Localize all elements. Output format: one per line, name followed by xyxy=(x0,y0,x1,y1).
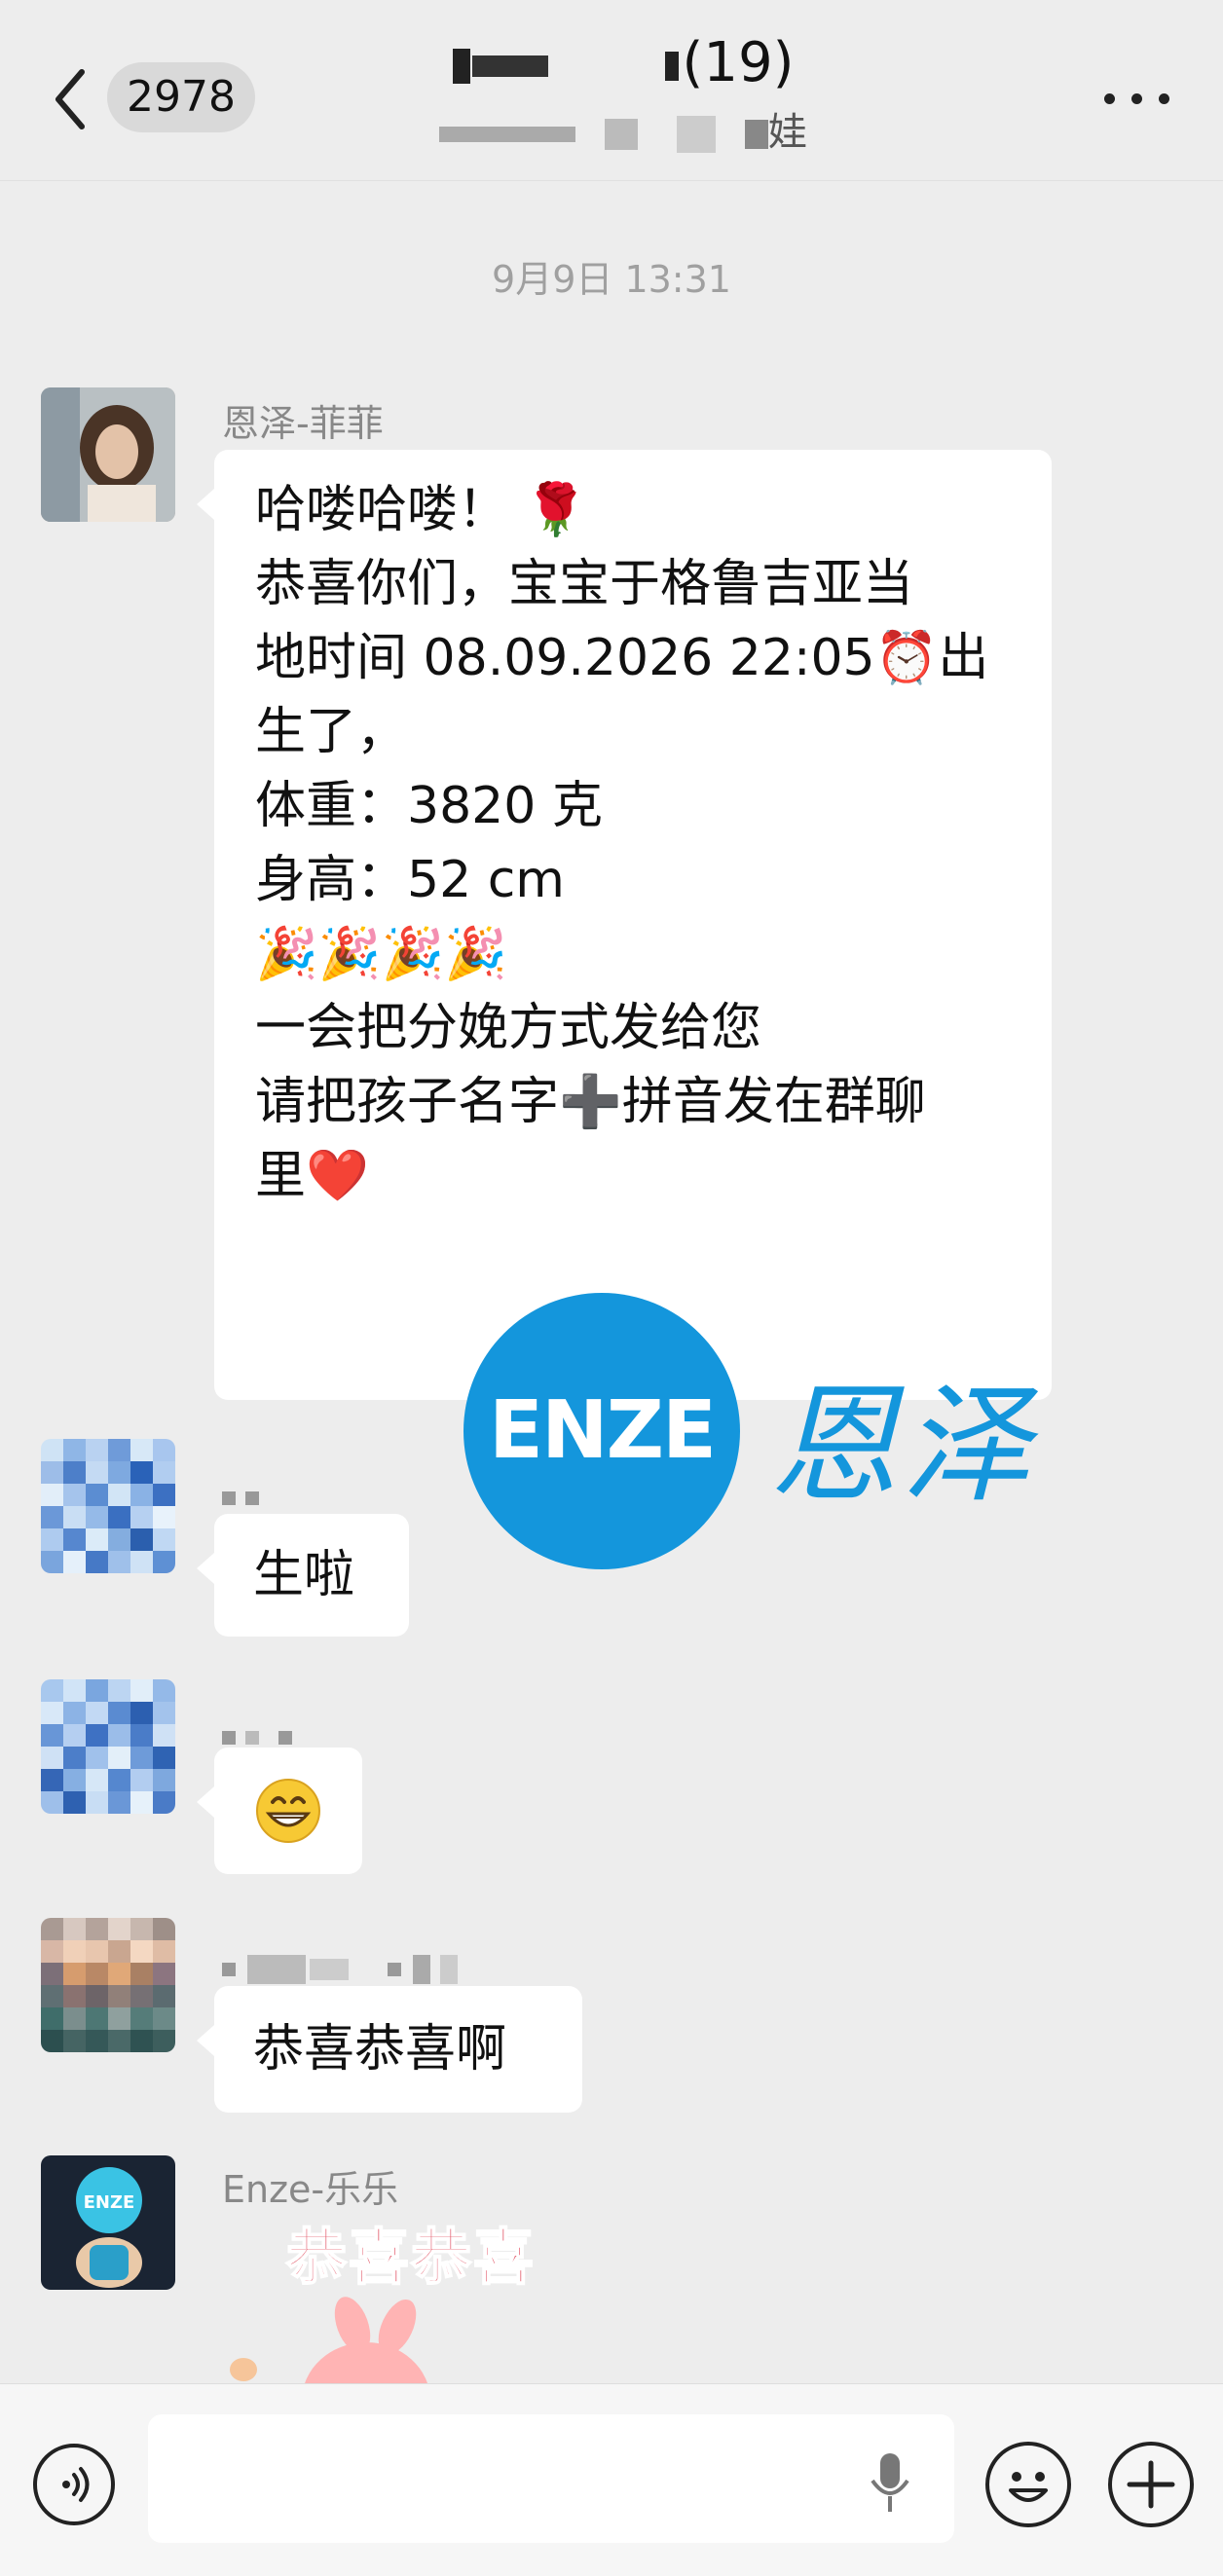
message-line: 体重：3820 克 xyxy=(255,777,603,835)
sender-name: Enze-乐乐 xyxy=(222,2168,399,2211)
message-line: 一会把分娩方式发给您 xyxy=(255,999,762,1057)
grin-emoji-icon xyxy=(256,1779,320,1843)
bunny-sticker-icon xyxy=(230,2297,427,2383)
avatar-photo: ENZE xyxy=(41,2155,175,2290)
chat-title[interactable]: (19) 娃 xyxy=(419,29,828,166)
message-line: 身高：52 cm xyxy=(255,851,565,909)
message-bubble[interactable]: 哈喽哈喽！ 🌹 恭喜你们，宝宝于格鲁吉亚当 地时间 08.09.2026 22:… xyxy=(197,450,1052,1400)
message-line: 哈喽哈喽！ 🌹 xyxy=(255,481,588,539)
member-count: (19) xyxy=(682,31,795,94)
mic-button[interactable] xyxy=(869,2451,911,2516)
message-line: 恭喜你们，宝宝于格鲁吉亚当 xyxy=(255,555,914,613)
message-line: 🎉🎉🎉🎉 xyxy=(255,925,507,983)
sender-name xyxy=(222,1945,458,1988)
enze-logo: ENZE xyxy=(463,1293,740,1569)
message-line: 地时间 08.09.2026 22:05⏰出 xyxy=(255,629,989,687)
message-line: 请把孩子名字➕拼音发在群聊 xyxy=(255,1073,926,1131)
avatar[interactable] xyxy=(41,1439,175,1573)
blurred-avatar xyxy=(41,1679,175,1814)
message-input[interactable] xyxy=(148,2414,954,2543)
sticker-message[interactable]: 恭喜恭喜 xyxy=(222,2208,573,2383)
blurred-name xyxy=(452,48,470,84)
voice-icon xyxy=(62,2467,90,2502)
message-bubble[interactable]: 生啦 xyxy=(197,1514,409,1637)
message-bubble[interactable] xyxy=(197,1748,362,1874)
avatar[interactable] xyxy=(41,1918,175,2052)
group-subtitle: 娃 xyxy=(419,103,828,162)
sender-name: 恩泽-菲菲 xyxy=(222,402,384,445)
avatar-photo xyxy=(41,387,175,522)
blurred-avatar xyxy=(41,1439,175,1573)
plus-button[interactable] xyxy=(1108,2442,1194,2527)
sender-name xyxy=(222,1474,259,1517)
chat-header: 2978 (19) 娃 xyxy=(0,0,1223,181)
enze-cn-logo: 恩泽 xyxy=(769,1371,1034,1521)
blurred-avatar xyxy=(41,1918,175,2052)
emoji-icon xyxy=(1009,2472,1048,2502)
plus-icon xyxy=(1127,2460,1175,2509)
message-line: 里❤️ xyxy=(255,1147,369,1205)
emoji-button[interactable] xyxy=(985,2442,1071,2527)
message-timestamp: 9月9日 13:31 xyxy=(492,258,731,301)
group-name: (19) xyxy=(419,29,828,97)
unread-count-badge[interactable]: 2978 xyxy=(107,62,255,132)
chevron-left-icon xyxy=(56,69,85,129)
voice-button[interactable] xyxy=(33,2444,115,2525)
more-button[interactable] xyxy=(1104,84,1172,113)
avatar[interactable]: ENZE xyxy=(41,2155,175,2290)
avatar[interactable] xyxy=(41,387,175,522)
message-bubble[interactable]: 恭喜恭喜啊 xyxy=(197,1986,582,2113)
message-line: 生了， xyxy=(255,703,408,761)
svg-text:ENZE: ENZE xyxy=(84,2192,135,2213)
avatar[interactable] xyxy=(41,1679,175,1814)
mic-icon xyxy=(871,2453,909,2512)
back-button[interactable] xyxy=(47,60,105,138)
